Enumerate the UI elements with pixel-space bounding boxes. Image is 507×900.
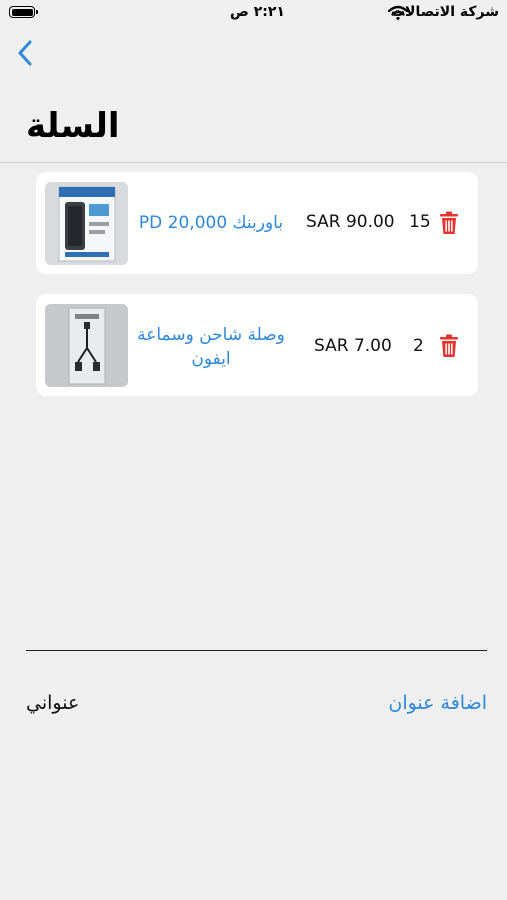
product-quantity: 15 (409, 212, 431, 232)
page-title: السلة (26, 106, 120, 146)
back-chevron-icon[interactable] (14, 38, 38, 68)
product-image (45, 182, 128, 265)
add-address-button[interactable]: اضافة عنوان (388, 692, 487, 714)
status-bar: ٢:٢١ ص شركة الاتصالات (0, 0, 507, 28)
cart-item[interactable]: وصلة شاحن وسماعة ايفون SAR 7.00 2 (36, 294, 478, 396)
address-label: عنواني (26, 692, 80, 714)
cart-item[interactable]: باوربنك PD 20,000 SAR 90.00 15 (36, 172, 478, 274)
product-price: SAR 90.00 (306, 212, 395, 232)
address-divider (26, 650, 487, 651)
battery-icon (9, 6, 38, 18)
trash-icon[interactable] (439, 334, 459, 358)
product-image (45, 304, 128, 387)
product-price: SAR 7.00 (314, 336, 392, 356)
header-divider (0, 162, 507, 163)
product-quantity: 2 (413, 336, 424, 356)
product-name[interactable]: وصلة شاحن وسماعة ايفون (131, 323, 291, 371)
product-name[interactable]: باوربنك PD 20,000 (131, 211, 291, 235)
status-time: ٢:٢١ ص (230, 4, 285, 20)
trash-icon[interactable] (439, 211, 459, 235)
carrier-name: شركة الاتصالات (390, 4, 499, 20)
